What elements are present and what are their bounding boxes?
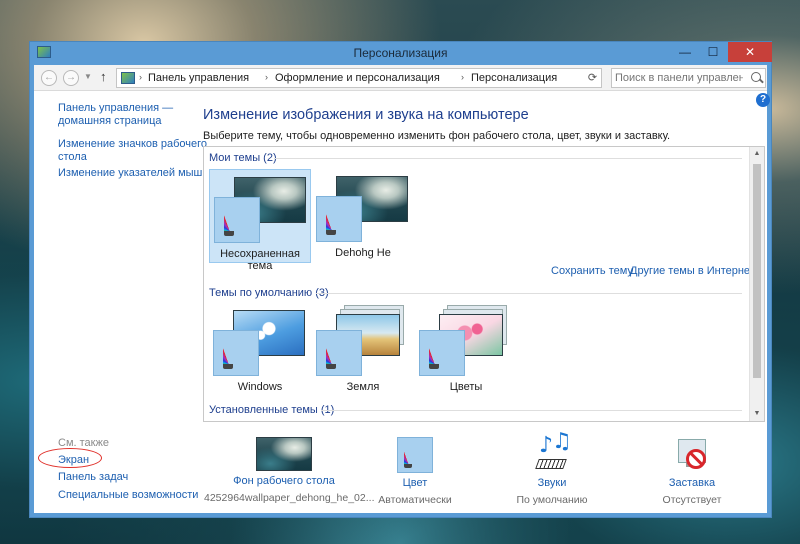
theme-tile-flowers[interactable]: Цветы: [415, 303, 517, 397]
save-theme-link[interactable]: Сохранить тему: [551, 265, 633, 277]
minimize-button[interactable]: —: [672, 42, 698, 62]
theme-label: Земля: [346, 381, 380, 393]
sidebar-link-home[interactable]: Панель управления — домашняя страница: [58, 102, 173, 128]
themes-scrollbar[interactable]: ▲ ▼: [749, 147, 764, 421]
breadcrumb-separator[interactable]: ›: [461, 72, 464, 82]
theme-label: Несохраненная тема: [220, 248, 300, 272]
breadcrumb-control-panel[interactable]: Панель управления: [148, 72, 249, 84]
refresh-button[interactable]: ⟳: [584, 68, 602, 88]
color-palette-icon: [213, 330, 259, 376]
search-input[interactable]: [615, 71, 743, 85]
close-button[interactable]: ✕: [728, 42, 772, 62]
window-client-area: ← → ▼ ↑ › Панель управления › Оформление…: [34, 65, 770, 513]
search-box[interactable]: [611, 68, 766, 88]
page-title: Изменение изображения и звука на компьют…: [203, 107, 529, 123]
color-palette-icon[interactable]: [397, 437, 433, 473]
window-title: Персонализация: [353, 46, 448, 60]
scroll-down-arrow-icon[interactable]: ▼: [750, 407, 764, 421]
theme-tile-earth[interactable]: Земля: [312, 303, 414, 397]
sounds-icon[interactable]: ♪ ♫: [533, 429, 572, 473]
group-header-default-themes[interactable]: Темы по умолчанию (3): [209, 287, 329, 299]
theme-tile-dehohg-he[interactable]: Dehohg He: [312, 169, 414, 263]
group-divider: [321, 410, 742, 411]
sidebar-link-accessibility[interactable]: Специальные возможности: [58, 489, 198, 502]
color-value: Автоматически: [378, 494, 452, 506]
theme-label: Цветы: [449, 381, 483, 393]
control-panel-icon: [121, 72, 135, 84]
color-setting[interactable]: Цвет Автоматически: [360, 437, 470, 506]
theme-tile-windows[interactable]: Windows: [209, 303, 311, 397]
up-arrow-icon[interactable]: ↑: [100, 69, 107, 84]
group-header-my-themes[interactable]: Мои темы (2): [209, 152, 277, 164]
desktop-background-setting[interactable]: Фон рабочего стола 4252964wallpaper_deho…: [204, 437, 375, 504]
help-icon[interactable]: ?: [756, 93, 770, 107]
sidebar-link-taskbar[interactable]: Панель задач: [58, 471, 128, 484]
sounds-value: По умолчанию: [516, 494, 588, 506]
address-toolbar: ← → ▼ ↑ › Панель управления › Оформление…: [34, 65, 767, 91]
scroll-up-arrow-icon[interactable]: ▲: [750, 147, 764, 161]
scroll-thumb[interactable]: [753, 164, 761, 378]
more-themes-online-link[interactable]: Другие темы в Интернете: [630, 265, 761, 277]
breadcrumb-separator[interactable]: ›: [265, 72, 268, 82]
screensaver-setting[interactable]: Заставка Отсутствует: [637, 437, 747, 506]
theme-label: Windows: [237, 381, 283, 393]
color-link[interactable]: Цвет: [360, 477, 470, 489]
maximize-button[interactable]: ☐: [700, 42, 726, 62]
page-subtitle: Выберите тему, чтобы одновременно измени…: [203, 130, 671, 142]
sounds-link[interactable]: Звуки: [497, 477, 607, 489]
address-bar[interactable]: › Панель управления › Оформление и персо…: [116, 68, 602, 88]
recent-pages-chevron-icon[interactable]: ▼: [84, 72, 92, 81]
personalization-window: Персонализация — ☐ ✕ ← → ▼ ↑ › Панель уп…: [29, 41, 772, 518]
sidebar-link-display[interactable]: Экран: [58, 454, 89, 467]
sounds-setting[interactable]: ♪ ♫ Звуки По умолчанию: [497, 429, 607, 506]
color-palette-icon: [214, 197, 260, 243]
desktop-background-value: 4252964wallpaper_dehong_he_02...: [204, 492, 375, 504]
group-header-installed-themes[interactable]: Установленные темы (1): [209, 404, 334, 416]
color-palette-icon: [419, 330, 465, 376]
screensaver-link[interactable]: Заставка: [637, 477, 747, 489]
search-icon[interactable]: [751, 72, 761, 82]
breadcrumb-separator[interactable]: ›: [139, 72, 142, 82]
back-button[interactable]: ←: [41, 70, 57, 86]
group-divider: [274, 158, 742, 159]
title-bar[interactable]: Персонализация — ☐ ✕: [30, 42, 772, 64]
forward-button[interactable]: →: [63, 70, 79, 86]
breadcrumb-appearance[interactable]: Оформление и персонализация: [275, 72, 440, 84]
theme-label: Dehohg He: [335, 247, 391, 259]
color-palette-icon: [316, 196, 362, 242]
theme-tile-unsaved[interactable]: Несохраненная тема: [209, 169, 311, 272]
sidebar-link-desktop-icons[interactable]: Изменение значков рабочего стола: [58, 138, 207, 164]
screensaver-icon[interactable]: [674, 437, 710, 473]
breadcrumb-personalization[interactable]: Персонализация: [471, 72, 557, 84]
desktop-background-link[interactable]: Фон рабочего стола: [204, 475, 364, 487]
color-palette-icon: [316, 330, 362, 376]
sidebar-link-mouse-pointers[interactable]: Изменение указателей мыши: [58, 167, 209, 180]
wallpaper-thumbnail[interactable]: [256, 437, 312, 471]
screensaver-value: Отсутствует: [662, 494, 722, 506]
group-divider: [316, 293, 742, 294]
themes-list[interactable]: Мои темы (2) Несохраненная тема Dehohg H…: [203, 146, 765, 422]
